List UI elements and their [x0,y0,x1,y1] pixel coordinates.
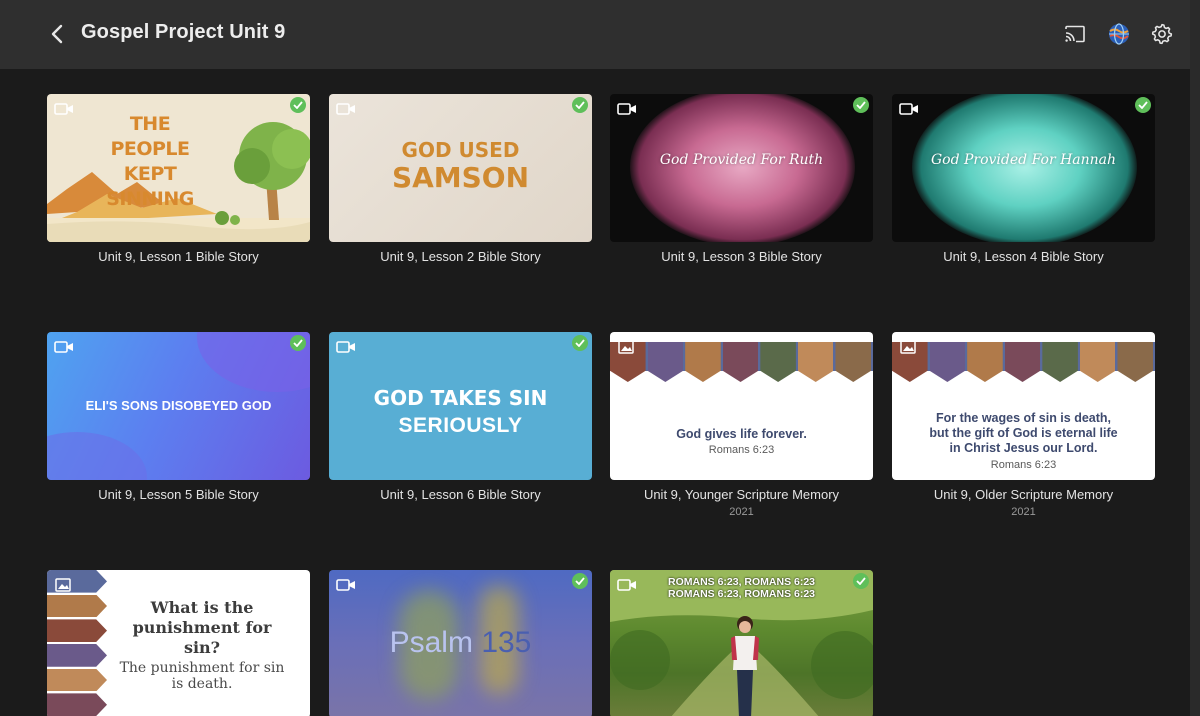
image-icon [55,578,71,592]
illustration-strip [892,342,1155,382]
media-thumbnail[interactable]: God Provided For Hannah [892,94,1155,242]
artwork-line-2: SERIOUSLY [398,414,523,437]
overlay-line: ROMANS 6:23, ROMANS 6:23 [667,588,816,600]
artwork-line-1: GOD USED [401,138,520,162]
verse-reference-overlay: ROMANS 6:23, ROMANS 6:23 ROMANS 6:23, RO… [610,576,873,600]
swirl-artwork [630,94,855,242]
verse-line: but the gift of God is eternal life [929,426,1118,440]
verse-text: For the wages of sin is death, but the g… [892,411,1155,456]
video-camera-icon [54,103,73,115]
cast-button[interactable] [1062,21,1088,47]
verse-line: in Christ Jesus our Lord. [949,441,1098,455]
media-caption: Unit 9, Younger Scripture Memory [643,487,840,502]
media-card[interactable]: God gives life forever. Romans 6:23 Unit… [610,332,873,518]
media-thumbnail[interactable]: ELI'S SONS DISOBEYED GOD [47,332,310,480]
video-camera-icon [617,579,636,591]
watched-check-icon [290,335,306,351]
video-camera-icon [336,103,355,115]
settings-button[interactable] [1149,21,1175,47]
artwork-line-2: SAMSON [391,161,530,194]
globe-icon [1109,23,1129,45]
overlay-line: ROMANS 6:23, ROMANS 6:23 [667,576,816,588]
back-chevron-icon [51,24,63,44]
media-caption: Unit 9, Lesson 1 Bible Story [98,249,259,264]
media-thumbnail[interactable]: What is the punishment for sin? The puni… [47,570,310,716]
answer-text: The punishment for sin is death. [119,660,285,692]
media-card[interactable]: ROMANS 6:23, ROMANS 6:23 ROMANS 6:23, RO… [610,570,873,716]
artwork-title-text: God Provided For Hannah [930,152,1117,168]
watched-check-icon [853,97,869,113]
media-thumbnail[interactable]: Psalm 135 [329,570,592,716]
watched-check-icon [290,97,306,113]
artwork-number: 135 [481,626,532,659]
watched-check-icon [572,335,588,351]
artwork-word: Psalm [389,626,473,659]
media-thumbnail[interactable]: ROMANS 6:23, ROMANS 6:23 ROMANS 6:23, RO… [610,570,873,716]
media-card[interactable]: God Provided For Hannah Unit 9, Lesson 4… [892,94,1155,264]
video-camera-icon [617,103,636,115]
media-caption: Unit 9, Lesson 6 Bible Story [380,487,541,502]
verse-reference: Romans 6:23 [990,459,1057,471]
media-year: 2021 [1011,506,1036,518]
image-icon [900,340,916,354]
cast-icon [1065,25,1085,43]
artwork-line-1: GOD TAKES SIN [373,386,548,410]
media-card[interactable]: What is the punishment for sin? The puni… [47,570,310,716]
artwork-title-text: God Provided For Ruth [659,152,824,168]
gear-icon [1151,23,1173,45]
media-thumbnail[interactable]: For the wages of sin is death, but the g… [892,332,1155,480]
verse-reference: Romans 6:23 [708,444,775,456]
artwork-title-text: THE PEOPLE KEPT SINNING [106,113,194,210]
scrollbar-track[interactable] [1190,0,1200,716]
media-thumbnail[interactable]: God gives life forever. Romans 6:23 [610,332,873,480]
media-thumbnail[interactable]: THE PEOPLE KEPT SINNING [47,94,310,242]
watched-check-icon [1135,97,1151,113]
media-card[interactable]: ELI'S SONS DISOBEYED GOD Unit 9, Lesson … [47,332,310,502]
media-card[interactable]: GOD USED SAMSON Unit 9, Lesson 2 Bible S… [329,94,592,264]
video-camera-icon [54,341,73,353]
decorative-blob [47,432,147,480]
page-title: Gospel Project Unit 9 [81,21,286,43]
media-caption: Unit 9, Older Scripture Memory [933,487,1114,502]
media-thumbnail[interactable]: God Provided For Ruth [610,94,873,242]
media-year: 2021 [729,506,754,518]
media-caption: Unit 9, Lesson 5 Bible Story [98,487,259,502]
watched-check-icon [572,97,588,113]
image-icon [618,340,634,354]
video-camera-icon [899,103,918,115]
artwork-title-text: GOD USED SAMSON [329,136,592,192]
verse-line: For the wages of sin is death, [935,411,1112,425]
watched-check-icon [572,573,588,589]
illustration-strip [610,342,873,382]
back-button[interactable] [44,20,70,48]
video-camera-icon [336,341,355,353]
media-card[interactable]: God Provided For Ruth Unit 9, Lesson 3 B… [610,94,873,264]
watched-check-icon [853,573,869,589]
top-app-bar: Gospel Project Unit 9 [0,0,1190,69]
girl-figure [731,616,759,716]
language-button[interactable] [1106,21,1132,47]
media-card[interactable]: For the wages of sin is death, but the g… [892,332,1155,518]
media-card[interactable]: Psalm 135 [329,570,592,716]
media-caption: Unit 9, Lesson 2 Bible Story [380,249,541,264]
media-thumbnail[interactable]: GOD TAKES SIN SERIOUSLY [329,332,592,480]
artwork-title-text: ELI'S SONS DISOBEYED GOD [85,398,272,413]
media-thumbnail[interactable]: GOD USED SAMSON [329,94,592,242]
video-camera-icon [336,579,355,591]
verse-text: God gives life forever. [676,427,807,441]
media-caption: Unit 9, Lesson 3 Bible Story [661,249,822,264]
artwork-title-text: Psalm 135 [329,626,592,660]
swirl-artwork [912,94,1137,242]
question-text: What is the punishment for sin? [132,598,272,657]
media-card[interactable]: GOD TAKES SIN SERIOUSLY Unit 9, Lesson 6… [329,332,592,502]
media-caption: Unit 9, Lesson 4 Bible Story [943,249,1104,264]
media-card[interactable]: THE PEOPLE KEPT SINNING Unit 9, Lesson 1… [47,94,310,264]
